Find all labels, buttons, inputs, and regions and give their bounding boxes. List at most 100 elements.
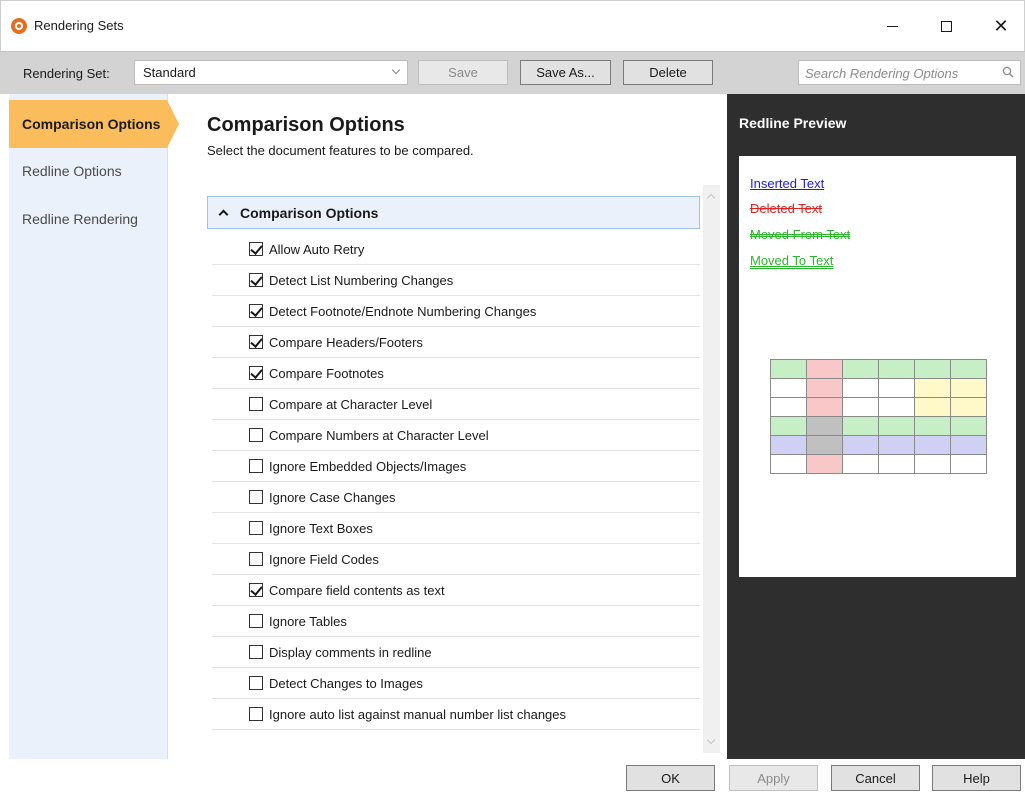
ok-button[interactable]: OK: [626, 765, 715, 791]
preview-table-cell: [806, 359, 843, 379]
option-row[interactable]: Ignore Text Boxes: [212, 513, 700, 544]
chevron-down-icon: [391, 65, 401, 75]
option-row[interactable]: Ignore Field Codes: [212, 544, 700, 575]
search-input[interactable]: [805, 64, 995, 82]
option-checkbox[interactable]: [249, 335, 263, 349]
preview-canvas: Inserted Text Deleted Text Moved From Te…: [739, 156, 1016, 577]
preview-table-cell: [950, 416, 987, 436]
option-checkbox[interactable]: [249, 273, 263, 287]
option-row[interactable]: Compare Headers/Footers: [212, 327, 700, 358]
title-bar: Rendering Sets ✕: [0, 0, 1025, 51]
rendering-set-dropdown[interactable]: Standard: [134, 60, 408, 85]
option-row[interactable]: Compare at Character Level: [212, 389, 700, 420]
option-row[interactable]: Allow Auto Retry: [212, 234, 700, 265]
chevron-up-icon: [218, 209, 229, 220]
preview-table-cell: [842, 416, 879, 436]
cancel-button[interactable]: Cancel: [831, 765, 920, 791]
option-row[interactable]: Detect Footnote/Endnote Numbering Change…: [212, 296, 700, 327]
preview-table-cell: [806, 435, 843, 455]
section-header-comparison-options[interactable]: Comparison Options: [207, 196, 700, 229]
option-checkbox[interactable]: [249, 397, 263, 411]
option-label: Compare at Character Level: [269, 396, 433, 412]
preview-table-cell: [950, 454, 987, 474]
section-header-label: Comparison Options: [240, 204, 379, 221]
preview-moved-to-text: Moved To Text: [750, 253, 834, 268]
nav-item-redline-options[interactable]: Redline Options: [9, 147, 168, 195]
option-row[interactable]: Compare Footnotes: [212, 358, 700, 389]
preview-table-cell: [842, 378, 879, 398]
nav-item-comparison-options[interactable]: Comparison Options: [9, 100, 179, 148]
preview-table-cell: [914, 454, 951, 474]
option-row[interactable]: Ignore Embedded Objects/Images: [212, 451, 700, 482]
help-button[interactable]: Help: [932, 765, 1021, 791]
preview-title: Redline Preview: [739, 115, 847, 131]
toolbar: Rendering Set: Standard Save Save As... …: [0, 51, 1025, 94]
option-row[interactable]: Ignore Tables: [212, 606, 700, 637]
save-button[interactable]: Save: [418, 60, 508, 85]
minimize-button[interactable]: [869, 1, 915, 52]
scroll-up-icon[interactable]: [706, 193, 716, 203]
preview-table-cell: [914, 416, 951, 436]
option-checkbox[interactable]: [249, 614, 263, 628]
maximize-icon: [940, 21, 952, 32]
page-title: Comparison Options: [207, 114, 405, 136]
option-row[interactable]: Compare Numbers at Character Level: [212, 420, 700, 451]
option-label: Detect List Numbering Changes: [269, 272, 454, 288]
left-nav: Comparison Options Redline Options Redli…: [9, 94, 179, 759]
option-checkbox[interactable]: [249, 583, 263, 597]
delete-button[interactable]: Delete: [623, 60, 713, 85]
preview-moved-from-text: Moved From Text: [750, 227, 851, 242]
maximize-button[interactable]: [923, 1, 969, 52]
option-checkbox[interactable]: [249, 490, 263, 504]
search-box: [798, 60, 1021, 85]
preview-table-cell: [806, 378, 843, 398]
preview-table-cell: [950, 378, 987, 398]
option-checkbox[interactable]: [249, 242, 263, 256]
option-row[interactable]: Display comments in redline: [212, 637, 700, 668]
option-checkbox[interactable]: [249, 366, 263, 380]
preview-table-cell: [914, 359, 951, 379]
option-row[interactable]: Compare field contents as text: [212, 575, 700, 606]
preview-table-cell: [806, 454, 843, 474]
preview-table-cell: [878, 454, 915, 474]
option-checkbox[interactable]: [249, 459, 263, 473]
redline-preview-panel: Redline Preview Inserted Text Deleted Te…: [727, 94, 1025, 759]
option-row[interactable]: Ignore auto list against manual number l…: [212, 699, 700, 730]
preview-table-row: [770, 454, 987, 474]
preview-table-cell: [878, 397, 915, 417]
option-label: Ignore Text Boxes: [269, 520, 373, 536]
preview-table-cell: [878, 416, 915, 436]
option-checkbox[interactable]: [249, 304, 263, 318]
preview-table-cell: [770, 397, 807, 417]
option-checkbox[interactable]: [249, 676, 263, 690]
save-as-button[interactable]: Save As...: [520, 60, 611, 85]
option-checkbox[interactable]: [249, 428, 263, 442]
preview-table-row: [770, 378, 987, 398]
preview-table-cell: [878, 359, 915, 379]
search-icon[interactable]: [1002, 66, 1014, 78]
option-checkbox[interactable]: [249, 521, 263, 535]
option-label: Ignore Tables: [269, 613, 347, 629]
scroll-down-icon[interactable]: [706, 735, 716, 745]
preview-table-cell: [842, 397, 879, 417]
option-checkbox[interactable]: [249, 645, 263, 659]
close-button[interactable]: ✕: [978, 1, 1024, 52]
option-label: Compare Headers/Footers: [269, 334, 423, 350]
preview-table-cell: [770, 378, 807, 398]
option-label: Ignore Case Changes: [269, 489, 396, 505]
option-checkbox[interactable]: [249, 707, 263, 721]
option-checkbox[interactable]: [249, 552, 263, 566]
preview-table-cell: [806, 416, 843, 436]
option-row[interactable]: Detect List Numbering Changes: [212, 265, 700, 296]
preview-table-cell: [842, 435, 879, 455]
apply-button[interactable]: Apply: [729, 765, 818, 791]
preview-table-cell: [950, 435, 987, 455]
preview-table-cell: [770, 454, 807, 474]
preview-table-cell: [770, 359, 807, 379]
nav-item-redline-rendering[interactable]: Redline Rendering: [9, 195, 168, 243]
minimize-icon: [886, 26, 898, 27]
option-row[interactable]: Ignore Case Changes: [212, 482, 700, 513]
option-row[interactable]: Detect Changes to Images: [212, 668, 700, 699]
scrollbar[interactable]: [703, 185, 720, 753]
option-label: Ignore Embedded Objects/Images: [269, 458, 467, 474]
